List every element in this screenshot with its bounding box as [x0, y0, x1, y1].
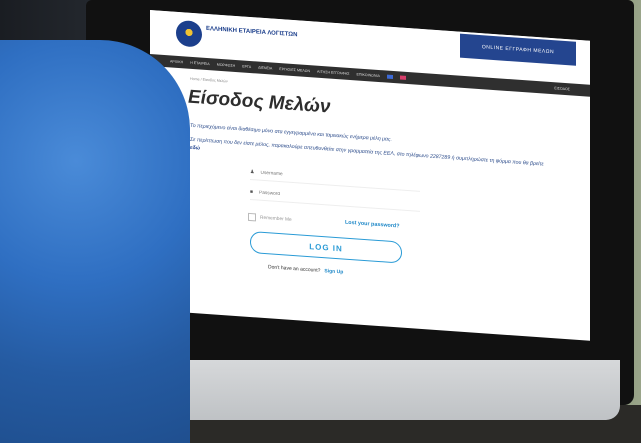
brand-name: ΕΛΛΗΝΙΚΗ ΕΤΑΙΡΕΙΑ ΛΟΓΙΣΤΩΝ: [206, 25, 298, 39]
user-icon: ♟: [250, 168, 255, 176]
flag-gr-icon[interactable]: [399, 75, 406, 80]
nav-item-contact[interactable]: ΕΠΙΚΟΙΝΩΝΙΑ: [357, 72, 380, 78]
no-account-text: Don't have an account?: [268, 264, 321, 274]
username-input[interactable]: [258, 169, 413, 187]
online-registration-button[interactable]: ONLINE ΕΓΓΡΑΦΗ ΜΕΛΩΝ: [460, 33, 576, 66]
logo-icon[interactable]: [176, 19, 202, 48]
browser-screen: ΕΛΛΗΝΙΚΗ ΕΤΑΙΡΕΙΑ ΛΟΓΙΣΤΩΝ ONLINE ΕΓΓΡΑΦ…: [150, 10, 590, 341]
nav-item-projects[interactable]: ΕΡΓΑ: [242, 64, 251, 69]
contact-info-text: Σε περίπτωση που δεν είστε μέλος, παρακα…: [190, 137, 550, 178]
here-link[interactable]: εδώ: [190, 145, 200, 152]
person-hoodie: [0, 40, 190, 443]
password-input[interactable]: [257, 188, 412, 207]
lost-password-link[interactable]: Lost your password?: [345, 220, 400, 230]
nav-item-events[interactable]: ΔΙΕΝΕΙΑ: [258, 66, 272, 71]
login-button[interactable]: LOG IN: [250, 230, 402, 264]
signup-row: Don't have an account? Sign Up: [268, 264, 343, 275]
nav-item-education[interactable]: ΜΟΡΦΩΣΗ: [217, 63, 236, 68]
remember-me-checkbox[interactable]: [248, 212, 256, 222]
contact-info-body: Σε περίπτωση που δεν είστε μέλος, παρακα…: [190, 136, 544, 168]
nav-item-home[interactable]: ΑΡΧΙΚΗ: [170, 59, 183, 64]
monitor-chin: [120, 360, 620, 420]
nav-item-application[interactable]: ΑΙΤΗΣΗ ΕΓΓΡΑΦΗΣ: [317, 70, 349, 76]
flag-en-icon[interactable]: [386, 74, 393, 79]
nav-item-member-works[interactable]: ΕΡΓΑΣΙΕΣ ΜΕΛΩΝ: [279, 67, 310, 73]
lock-icon: ■: [250, 188, 254, 196]
breadcrumb: Home / Είσοδος Μελών: [190, 76, 228, 84]
remember-me-label: Remember Me: [260, 215, 292, 223]
nav-item-company[interactable]: Η ΕΤΑΙΡΕΙΑ: [190, 61, 210, 66]
page-title: Είσοδος Μελών: [188, 86, 331, 118]
remember-me[interactable]: Remember Me: [248, 212, 292, 224]
signup-link[interactable]: Sign Up: [324, 268, 343, 275]
nav-login[interactable]: ΕΙΣΟΔΟΣ: [554, 86, 570, 91]
